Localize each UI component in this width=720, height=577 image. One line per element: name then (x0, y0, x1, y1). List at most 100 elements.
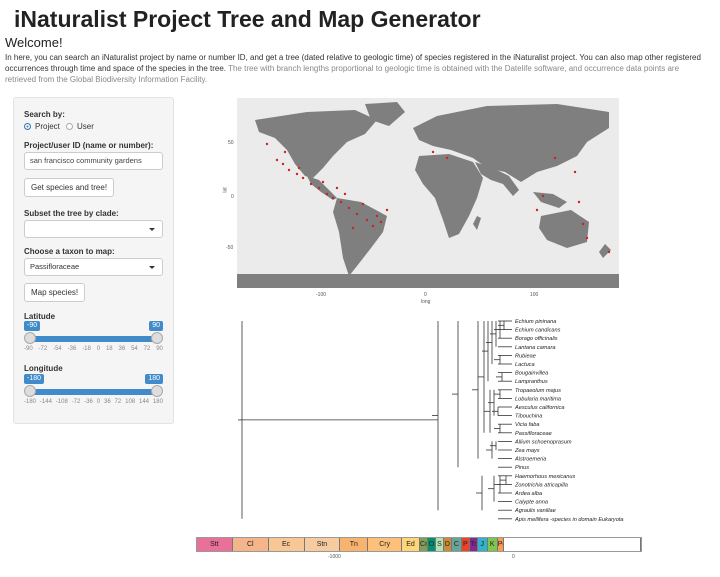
occurrence-point (325, 192, 329, 196)
occurrence-point (535, 208, 539, 212)
timescale-tick-zero: 0 (512, 554, 515, 560)
tree-tip-label: Alstroemeria (514, 457, 546, 463)
slider-tick-label: 144 (139, 399, 150, 405)
tree-tip-label: Lantana camara (515, 345, 555, 351)
longitude-slider[interactable]: -180 180 -180 -144 -108 -72 -36 0 36 72 108 144 18… (24, 374, 163, 405)
occurrence-point (281, 162, 285, 166)
era-block: Ed (402, 538, 421, 551)
map-xlabel: long (421, 299, 431, 305)
taxon-select[interactable]: Passifloraceae (24, 258, 163, 276)
map-species-button[interactable]: Map species! (24, 283, 86, 302)
radio-dot[interactable] (66, 123, 73, 130)
project-id-input[interactable]: san francisco community gardens (24, 152, 163, 170)
latitude-min-badge: -90 (24, 321, 41, 331)
tree-tip-label: Tibouchina (515, 414, 542, 420)
slider-tick-label: 54 (131, 346, 138, 352)
occurrence-point (445, 156, 449, 160)
occurrence-point (351, 226, 355, 230)
world-map-svg (237, 102, 619, 288)
era-block: D (443, 538, 452, 551)
occurrence-point (553, 156, 557, 160)
tree-tip-label: Echium pininana (515, 319, 556, 325)
map-xtick-100: 100 (530, 292, 539, 298)
occurrence-point (339, 200, 343, 204)
slider-tick-label: 18 (105, 346, 113, 352)
occurrence-point (287, 168, 291, 172)
radio-dot-selected[interactable] (24, 123, 31, 130)
occurrence-map: lat (223, 98, 619, 288)
map-xtick-neg100: -100 (316, 292, 327, 298)
slider-tick-label: -180 (24, 399, 37, 405)
slider-tick-label: -108 (55, 399, 68, 405)
id-label: Project/user ID (name or number): (24, 141, 154, 150)
occurrence-point (265, 142, 269, 146)
phylogenetic-tree: Echium pininana Echium candicans Borago of… (238, 319, 624, 523)
tree-tip-label: Echium candicans (515, 328, 561, 334)
occurrence-point (581, 222, 585, 226)
slider-tick-label: -36 (67, 346, 77, 352)
latitude-slider-track[interactable] (30, 336, 157, 342)
tree-tip-labels: Echium pininana Echium candicans Borago of… (514, 319, 624, 523)
longitude-slider-track[interactable] (30, 389, 157, 395)
slider-tick-label: 0 (96, 346, 101, 352)
era-block (503, 538, 642, 551)
slider-tick-label: 108 (125, 399, 136, 405)
slider-tick-label: -90 (24, 346, 33, 352)
radio-project-label: Project (35, 122, 60, 131)
latitude-min-handle[interactable] (24, 332, 36, 344)
slider-tick-label: 72 (143, 346, 151, 352)
tree-branches (238, 320, 512, 520)
longitude-min-badge: -180 (24, 374, 45, 384)
occurrence-point (331, 196, 335, 200)
tree-tip-label: Calypte anna (515, 500, 548, 506)
geologic-timescale: SttClEcStnTnCryEdCmOSDCPTrJKPg (196, 537, 642, 552)
era-block: Cry (368, 538, 403, 551)
latitude-max-handle[interactable] (151, 332, 163, 344)
occurrence-point (343, 192, 347, 196)
slider-tick-label: -54 (53, 346, 62, 352)
sidebar-panel: Search by: Project User Project/user ID … (13, 97, 174, 424)
occurrence-point (309, 182, 313, 186)
occurrence-point (283, 150, 287, 154)
occurrence-point (321, 180, 325, 184)
era-block: Tr (469, 538, 478, 551)
occurrence-point (371, 224, 375, 228)
occurrence-point (607, 250, 611, 254)
chevron-down-icon (149, 266, 155, 269)
occurrence-point (585, 236, 589, 240)
subset-clade-select[interactable] (24, 220, 163, 238)
tree-tip-label: Rubieae (515, 353, 536, 359)
radio-project[interactable]: Project (24, 122, 60, 131)
occurrence-point (573, 170, 577, 174)
era-block: Ec (268, 538, 305, 551)
slider-tick-label: 36 (118, 346, 126, 352)
era-block: Cm (420, 538, 428, 551)
tree-tip-label: Bougainvillea (515, 371, 548, 377)
era-block: J (477, 538, 488, 551)
occurrence-point (365, 218, 369, 222)
tree-tip-label: Borago officinalis (515, 336, 558, 342)
occurrence-point (541, 194, 545, 198)
occurrence-point (361, 202, 365, 206)
tree-tip-label: Zea mays (514, 448, 540, 454)
latitude-slider[interactable]: -90 90 -90 -72 -54 -36 -18 0 18 36 54 72 90 (24, 321, 163, 352)
welcome-heading: Welcome! (5, 35, 63, 50)
era-block: Cl (232, 538, 269, 551)
occurrence-point (335, 186, 339, 190)
map-xtick-0: 0 (424, 292, 427, 298)
map-ylabel: lat (222, 187, 229, 193)
occurrence-point (375, 214, 379, 218)
slider-tick-label: -72 (71, 399, 81, 405)
occurrence-point (317, 186, 321, 190)
map-ytick-0: 0 (231, 194, 234, 200)
get-species-button[interactable]: Get species and tree! (24, 178, 115, 197)
tree-tip-label: Passifloraceae (515, 431, 552, 437)
longitude-max-badge: 180 (145, 374, 163, 384)
slider-tick-label: -36 (84, 399, 93, 405)
longitude-min-handle[interactable] (24, 385, 36, 397)
longitude-max-handle[interactable] (151, 385, 163, 397)
map-ytick-50: 50 (228, 140, 234, 146)
slider-tick-label: 72 (114, 399, 122, 405)
occurrence-point (297, 166, 301, 170)
radio-user[interactable]: User (66, 122, 94, 131)
